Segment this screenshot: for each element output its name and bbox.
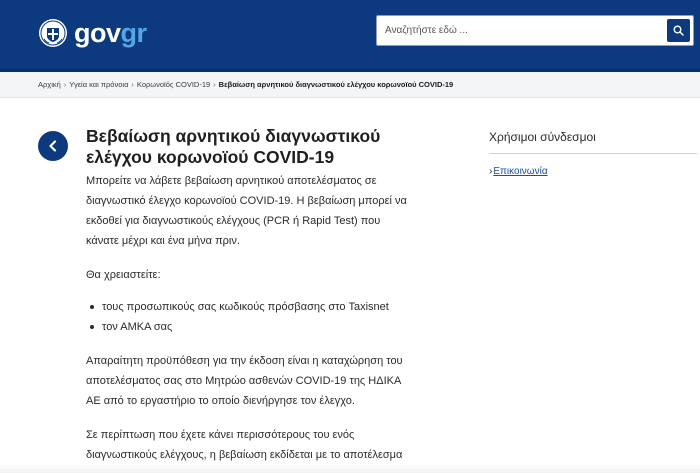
search-input[interactable] [377,16,665,45]
chevron-left-icon [49,140,57,152]
page-bottom-edge [0,463,700,473]
logo-wordmark: govgr [74,18,147,48]
logo-gr-text: gr [120,18,148,48]
chevron-right-icon: › [489,166,493,177]
main-content: Βεβαίωση αρνητικού διαγνωστικού ελέγχου … [86,126,416,473]
intro-paragraph: Μπορείτε να λάβετε βεβαίωση αρνητικού απ… [86,175,407,247]
search-button[interactable] [667,19,690,42]
breadcrumb-health[interactable]: Υγεία και πρόνοια [69,80,128,89]
govgr-logo[interactable]: govgr [38,18,147,48]
breadcrumb: Αρχική › Υγεία και πρόνοια › Κορωνοϊός COVID… [38,80,453,89]
list-item: τους προσωπικούς σας κωδικούς πρόσβασης … [86,297,416,317]
site-header: govgr [0,0,700,72]
breadcrumb-separator: › [63,80,67,89]
requirements-label: Θα χρειαστείτε: [86,269,161,281]
requirements-list: τους προσωπικούς σας κωδικούς πρόσβασης … [86,297,416,337]
breadcrumb-separator: › [131,80,134,89]
back-button[interactable] [38,131,68,161]
search-icon [673,25,684,36]
breadcrumb-bar: Αρχική › Υγεία και πρόνοια › Κορωνοϊός COVID… [0,72,700,98]
sidebar-title: Χρήσιμοι σύνδεσμοι [489,129,697,154]
search-box [376,15,694,46]
prerequisite-paragraph: Απαραίτητη προϋπόθεση για την έκδοση είν… [86,355,403,407]
useful-links-sidebar: Χρήσιμοι σύνδεσμοι ›Επικοινωνία [489,129,697,179]
breadcrumb-separator: › [213,80,216,89]
logo-gov-text: gov [74,18,121,48]
page-title: Βεβαίωση αρνητικού διαγνωστικού ελέγχου … [86,126,381,167]
breadcrumb-covid[interactable]: Κορωνοϊός COVID-19 [137,80,210,89]
list-item: τον ΑΜΚΑ σας [86,317,416,337]
breadcrumb-home[interactable]: Αρχική [38,80,61,89]
greek-emblem-icon [39,19,67,47]
breadcrumb-current: Βεβαίωση αρνητικού διαγνωστικού ελέγχου … [218,80,454,89]
contact-link[interactable]: Επικοινωνία [493,166,547,177]
sidebar-link-contact: ›Επικοινωνία [489,165,697,179]
